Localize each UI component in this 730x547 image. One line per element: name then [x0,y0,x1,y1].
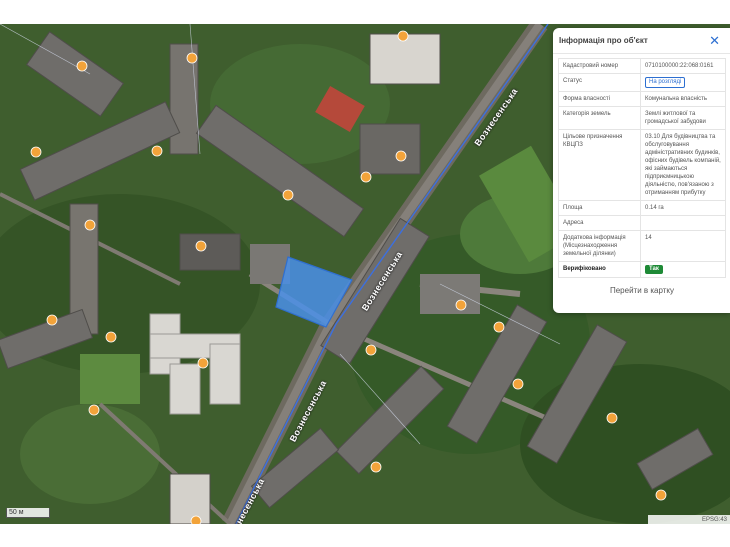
row-key: Статус [558,73,641,92]
close-icon[interactable]: ✕ [709,34,720,47]
row-value: Комунальна власність [640,91,726,107]
row-value-cell: На розгляді [640,73,726,92]
panel-title: Інформація про об'єкт [559,36,648,45]
table-row: Адреса [558,215,726,231]
row-key: Верифіковано [558,261,641,278]
table-row: Статус На розгляді [558,73,726,92]
info-table: Кадастровий номер 0710100000:22:068:0161… [558,58,726,278]
app-frame: Вознесенська Вознесенська Вознесенська В… [0,0,730,547]
panel-header: Інформація про об'єкт ✕ [553,28,730,54]
row-value: 0.14 га [640,200,726,216]
table-row: Кадастровий номер 0710100000:22:068:0161 [558,58,726,74]
table-row: Цільове призначення КВЦПЗ 03.10 Для буді… [558,129,726,201]
table-row: Категорія земель Землі житлової та грома… [558,106,726,130]
table-row: Додаткова інформація (Місцезнаходження з… [558,230,726,262]
map-scale: 50 м [6,508,50,518]
map-attribution: EPSG:43 [648,515,730,525]
verified-badge: Так [645,265,663,274]
row-key: Цільове призначення КВЦПЗ [558,129,641,201]
row-key: Площа [558,200,641,216]
row-key: Категорія земель [558,106,641,130]
row-value: Землі житлової та громадської забудови [640,106,726,130]
row-value: 03.10 Для будівництва та обслуговування … [640,129,726,201]
table-row: Верифіковано Так [558,261,726,278]
row-key: Форма власності [558,91,641,107]
row-key: Кадастровий номер [558,58,641,74]
row-value [640,215,726,231]
row-value-cell: Так [640,261,726,278]
row-key: Додаткова інформація (Місцезнаходження з… [558,230,641,262]
go-to-card-link[interactable]: Перейти в картку [558,286,726,295]
row-value: 14 [640,230,726,262]
status-badge: На розгляді [645,77,686,88]
panel-body: Кадастровий номер 0710100000:22:068:0161… [553,54,730,295]
table-row: Форма власності Комунальна власність [558,91,726,107]
table-row: Площа 0.14 га [558,200,726,216]
row-key: Адреса [558,215,641,231]
row-value: 0710100000:22:068:0161 [640,58,726,74]
object-info-panel: Інформація про об'єкт ✕ Кадастровий номе… [553,28,730,313]
